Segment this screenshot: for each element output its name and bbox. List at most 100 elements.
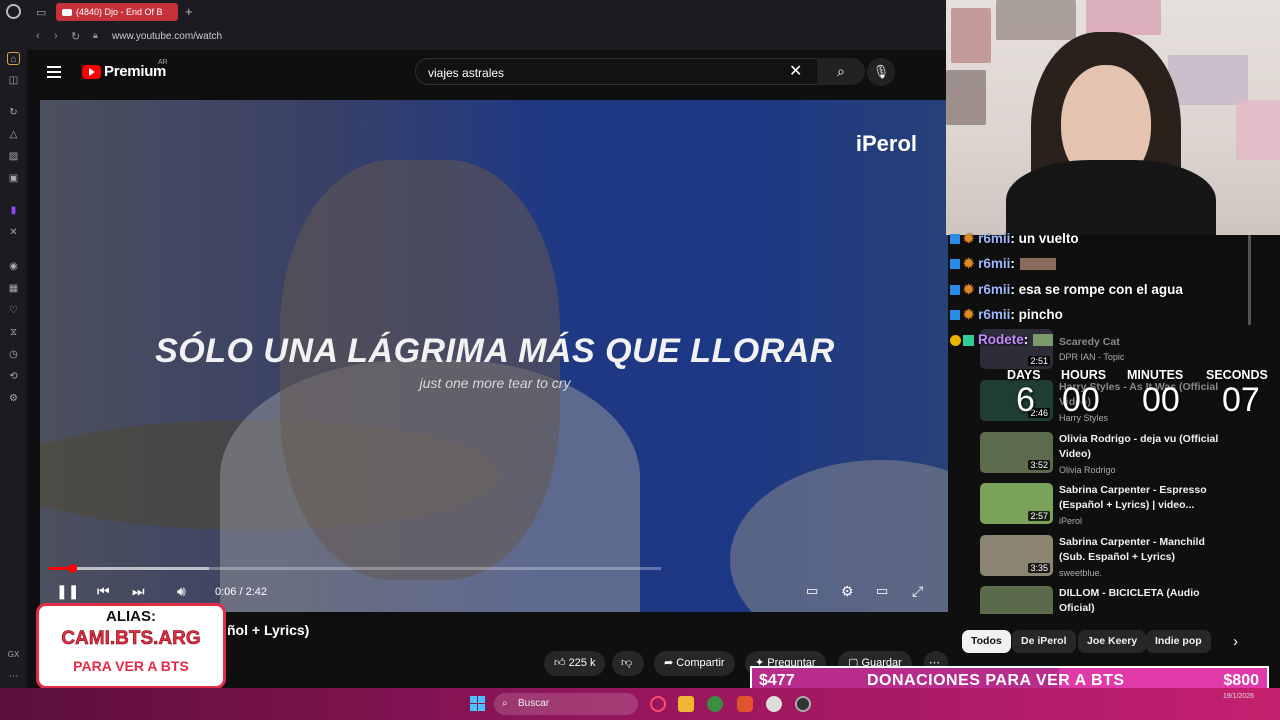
fullscreen-icon[interactable]: ⤢ [912, 583, 923, 600]
back-icon[interactable]: ‹ [36, 30, 40, 42]
thumbs-up-icon: 👍︎ [554, 657, 569, 669]
player-icon[interactable]: ◉ [7, 260, 20, 273]
gamepad-icon[interactable]: ◫ [7, 74, 20, 87]
recommendation-channel[interactable]: sweetblue. [1059, 568, 1102, 578]
chip-indie-pop[interactable]: Indie pop [1146, 630, 1211, 653]
tab-title: (4840) Djo - End Of B [76, 7, 163, 17]
recommendation-title[interactable]: Sabrina Carpenter - Espresso (Español + … [1059, 483, 1229, 512]
alias-overlay: ALIAS: CAMI.BTS.ARG PARA VER A BTS [36, 603, 226, 689]
forward-icon[interactable]: › [54, 30, 58, 42]
recommendation-title[interactable]: DILLOM - BICICLETA (Audio Oficial) [1059, 586, 1229, 614]
theater-mode-icon[interactable]: ▭ [876, 583, 888, 599]
subtitles-icon[interactable]: ▭ [806, 583, 818, 599]
pinboard-icon[interactable]: ▨ [7, 150, 20, 163]
recommendation-channel[interactable]: DPR IAN - Topic [1059, 352, 1124, 362]
lyric-spanish: SÓLO UNA LÁGRIMA MÁS QUE LLORAR [155, 332, 835, 370]
like-button[interactable]: 👍︎ 225 k [544, 651, 606, 676]
menu-icon[interactable] [47, 66, 61, 78]
voice-search-button[interactable]: 🎙︎ [867, 58, 895, 86]
like-count: 225 k [568, 657, 596, 669]
sub-badge-icon: ✹ [963, 282, 979, 297]
windows-start-icon[interactable] [470, 696, 485, 711]
video-player[interactable]: iPerol SÓLO UNA LÁGRIMA MÁS QUE LLORAR j… [40, 100, 950, 612]
lock-icon: 🔒︎ [93, 30, 98, 40]
taskbar-search[interactable]: ⌕ Buscar [494, 693, 638, 715]
chevron-right-icon[interactable]: › [1233, 633, 1238, 650]
url-field[interactable]: www.youtube.com/watch [112, 31, 222, 42]
video-thumbnail[interactable]: 3:52 [980, 432, 1053, 473]
aria-icon[interactable]: △ [7, 128, 20, 141]
list-item[interactable]: 3:35 Sabrina Carpenter - Manchild (Sub. … [980, 535, 1280, 581]
gx-icon[interactable]: GX [7, 648, 20, 661]
clear-search-icon[interactable]: ✕ [789, 61, 802, 81]
pause-icon[interactable]: ❚❚ [56, 583, 79, 600]
chip-from-channel[interactable]: De iPerol [1012, 630, 1076, 653]
brand-label[interactable]: Premium [104, 63, 166, 80]
file-explorer-icon[interactable] [678, 696, 694, 712]
video-thumbnail[interactable]: 3:35 [980, 535, 1053, 576]
refresh-icon[interactable]: ↻ [7, 106, 20, 119]
chat-username: Rodete [978, 332, 1024, 347]
countdown-label-hours: HOURS [1061, 368, 1107, 382]
settings-icon[interactable]: ⚙ [7, 392, 20, 405]
tab-youtube[interactable]: (4840) Djo - End Of B [56, 3, 178, 21]
countdown-hours: 00 [1062, 381, 1100, 419]
chat-text: : un vuelto [1010, 231, 1079, 246]
messenger-icon[interactable]: ▣ [7, 172, 20, 185]
obs-icon[interactable] [795, 696, 811, 712]
list-item[interactable]: 3:52 Olivia Rodrigo - deja vu (Official … [980, 432, 1280, 478]
tab-list-icon[interactable]: ▭ [36, 6, 46, 19]
search-button[interactable]: ⌕ [817, 58, 865, 85]
reload-icon[interactable]: ↻ [71, 30, 80, 43]
chat-text: : [1023, 332, 1029, 347]
browser-tabbar: ▭ (4840) Djo - End Of B + [0, 0, 948, 24]
wall-poster [996, 0, 1076, 40]
search-input[interactable]: viajes astrales [415, 58, 840, 85]
chrome-icon[interactable] [707, 696, 723, 712]
share-button[interactable]: ➦ Compartir [654, 651, 735, 676]
recommendation-channel[interactable]: Olivia Rodrigo [1059, 465, 1116, 475]
webcam-feed [946, 0, 1280, 235]
windows-taskbar: ⌕ Buscar 19/1/2026 [0, 688, 1280, 720]
settings-gear-icon[interactable]: ⚙ [841, 583, 854, 600]
twitch-icon[interactable]: ▮ [7, 204, 20, 217]
video-thumbnail[interactable]: 2:57 [980, 483, 1053, 524]
new-tab-button[interactable]: + [185, 4, 193, 19]
share-icon: ➦ [664, 657, 677, 669]
youtube-favicon-icon [62, 9, 72, 17]
list-item[interactable]: 2:57 Sabrina Carpenter - Espresso (Españ… [980, 483, 1280, 529]
streamer-body [1006, 160, 1216, 235]
channel-watermark: iPerol [855, 131, 917, 156]
app-icon[interactable] [766, 696, 782, 712]
time-display: 0:06 / 2:42 [215, 586, 267, 598]
chat-username: r6mii [978, 256, 1011, 271]
x-icon[interactable]: ✕ [7, 226, 20, 239]
recommendation-title[interactable]: Sabrina Carpenter - Manchild (Sub. Españ… [1059, 535, 1229, 564]
recommendation-title[interactable]: Olivia Rodrigo - deja vu (Official Video… [1059, 432, 1229, 461]
dislike-button[interactable]: 👎︎ [612, 651, 644, 676]
next-icon[interactable]: ⏭︎ [132, 583, 145, 600]
youtube-logo-icon[interactable] [82, 65, 101, 79]
clock-icon[interactable]: ◷ [7, 348, 20, 361]
history-icon[interactable]: ⧖ [7, 326, 20, 339]
share-label: Compartir [676, 657, 725, 669]
opera-gx-taskbar-icon[interactable] [650, 696, 666, 712]
chip-all[interactable]: Todos [962, 630, 1011, 653]
chat-message: ✹ r6mii: [950, 256, 1270, 272]
bookmarks-icon[interactable]: ⟲ [7, 370, 20, 383]
opera-logo-icon[interactable] [6, 4, 21, 19]
game-badge-icon [963, 334, 974, 346]
brave-icon[interactable] [737, 696, 753, 712]
extensions-icon[interactable]: ▦ [7, 282, 20, 295]
chip-joe-keery[interactable]: Joe Keery [1078, 630, 1147, 653]
progress-handle[interactable] [67, 564, 77, 573]
heart-icon[interactable]: ♡ [7, 304, 20, 317]
video-thumbnail[interactable] [980, 586, 1053, 614]
home-icon[interactable]: ⌂ [7, 52, 20, 65]
previous-icon[interactable]: ⏮︎ [97, 583, 110, 600]
countdown-minutes: 00 [1142, 381, 1180, 419]
list-item[interactable]: DILLOM - BICICLETA (Audio Oficial) [980, 586, 1280, 614]
more-icon[interactable]: ⋯ [7, 670, 20, 683]
volume-icon[interactable]: 🔊︎ [177, 583, 186, 600]
recommendation-channel[interactable]: iPerol [1059, 516, 1082, 526]
